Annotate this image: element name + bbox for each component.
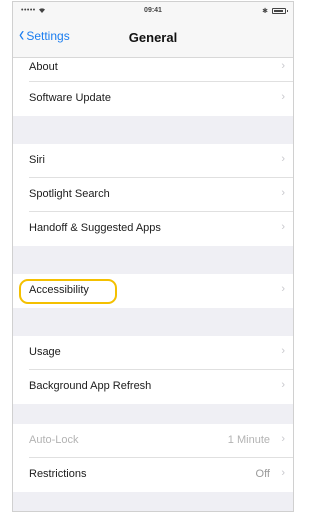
settings-row-spotlight-search[interactable]: Spotlight Search › <box>13 178 293 212</box>
row-label: Restrictions <box>29 468 87 480</box>
chevron-right-icon: › <box>281 433 285 445</box>
row-label: Accessibility <box>29 284 89 296</box>
settings-row-software-update[interactable]: Software Update › <box>13 82 293 116</box>
bluetooth-icon: ✱ <box>262 8 268 15</box>
row-label: Spotlight Search <box>29 188 110 200</box>
status-right: ✱ <box>262 7 288 15</box>
settings-row-handoff[interactable]: Handoff & Suggested Apps › <box>13 212 293 246</box>
row-value: 1 Minute <box>227 434 270 446</box>
row-label: Auto-Lock <box>29 434 79 446</box>
settings-row-restrictions[interactable]: Restrictions Off › <box>13 458 293 492</box>
status-bar: ••••• 09:41 ✱ <box>13 2 293 20</box>
chevron-right-icon: › <box>281 60 285 72</box>
chevron-right-icon: › <box>281 283 285 295</box>
row-label: Usage <box>29 346 61 358</box>
row-label: Background App Refresh <box>29 380 152 392</box>
phone-screen: ••••• 09:41 ✱ ‹ Settings General About ›… <box>12 1 294 512</box>
settings-row-siri[interactable]: Siri › <box>13 144 293 178</box>
chevron-right-icon: › <box>281 91 285 103</box>
row-label: Siri <box>29 154 45 166</box>
battery-icon <box>272 8 288 14</box>
chevron-right-icon: › <box>281 187 285 199</box>
settings-row-background-app-refresh[interactable]: Background App Refresh › <box>13 370 293 404</box>
settings-row-usage[interactable]: Usage › <box>13 336 293 370</box>
navigation-bar: ‹ Settings General <box>13 20 293 58</box>
settings-row-auto-lock[interactable]: Auto-Lock 1 Minute › <box>13 424 293 458</box>
chevron-right-icon: › <box>281 345 285 357</box>
settings-row-about[interactable]: About › <box>13 58 293 82</box>
chevron-right-icon: › <box>281 467 285 479</box>
status-time: 09:41 <box>144 7 162 14</box>
chevron-right-icon: › <box>281 221 285 233</box>
row-value: Off <box>255 468 270 480</box>
row-label: About <box>29 61 58 73</box>
row-label: Handoff & Suggested Apps <box>29 222 161 234</box>
chevron-right-icon: › <box>281 153 285 165</box>
row-label: Software Update <box>29 92 111 104</box>
page-title: General <box>128 30 178 45</box>
settings-row-accessibility[interactable]: Accessibility › <box>13 274 293 308</box>
chevron-right-icon: › <box>281 379 285 391</box>
